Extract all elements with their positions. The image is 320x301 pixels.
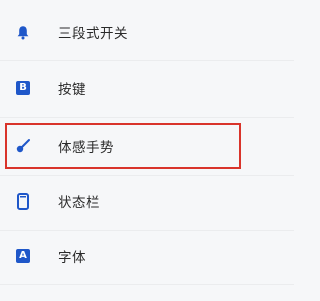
settings-item-font[interactable]: A 字体 <box>0 229 294 283</box>
phone-status-bar-icon <box>15 192 31 210</box>
settings-item-label: 体感手势 <box>58 140 114 156</box>
settings-item-gestures[interactable]: 体感手势 <box>0 119 294 173</box>
divider <box>0 284 294 285</box>
settings-item-buttons[interactable]: B 按键 <box>0 61 294 115</box>
settings-item-status-bar[interactable]: 状态栏 <box>0 174 294 228</box>
font-icon-letter: A <box>16 249 30 263</box>
divider <box>0 117 294 118</box>
bell-icon <box>15 24 31 40</box>
font-icon: A <box>15 248 31 264</box>
settings-item-alert-slider[interactable]: 三段式开关 <box>0 5 294 59</box>
button-key-icon: B <box>15 80 31 96</box>
settings-item-label: 按键 <box>58 82 86 98</box>
settings-item-label: 状态栏 <box>58 195 100 211</box>
settings-item-label: 字体 <box>58 250 86 266</box>
button-key-icon-letter: B <box>16 81 30 95</box>
gesture-icon <box>15 138 31 154</box>
settings-list: 三段式开关 B 按键 体感手势 状态栏 A 字体 <box>0 0 294 301</box>
settings-item-label: 三段式开关 <box>58 26 128 42</box>
